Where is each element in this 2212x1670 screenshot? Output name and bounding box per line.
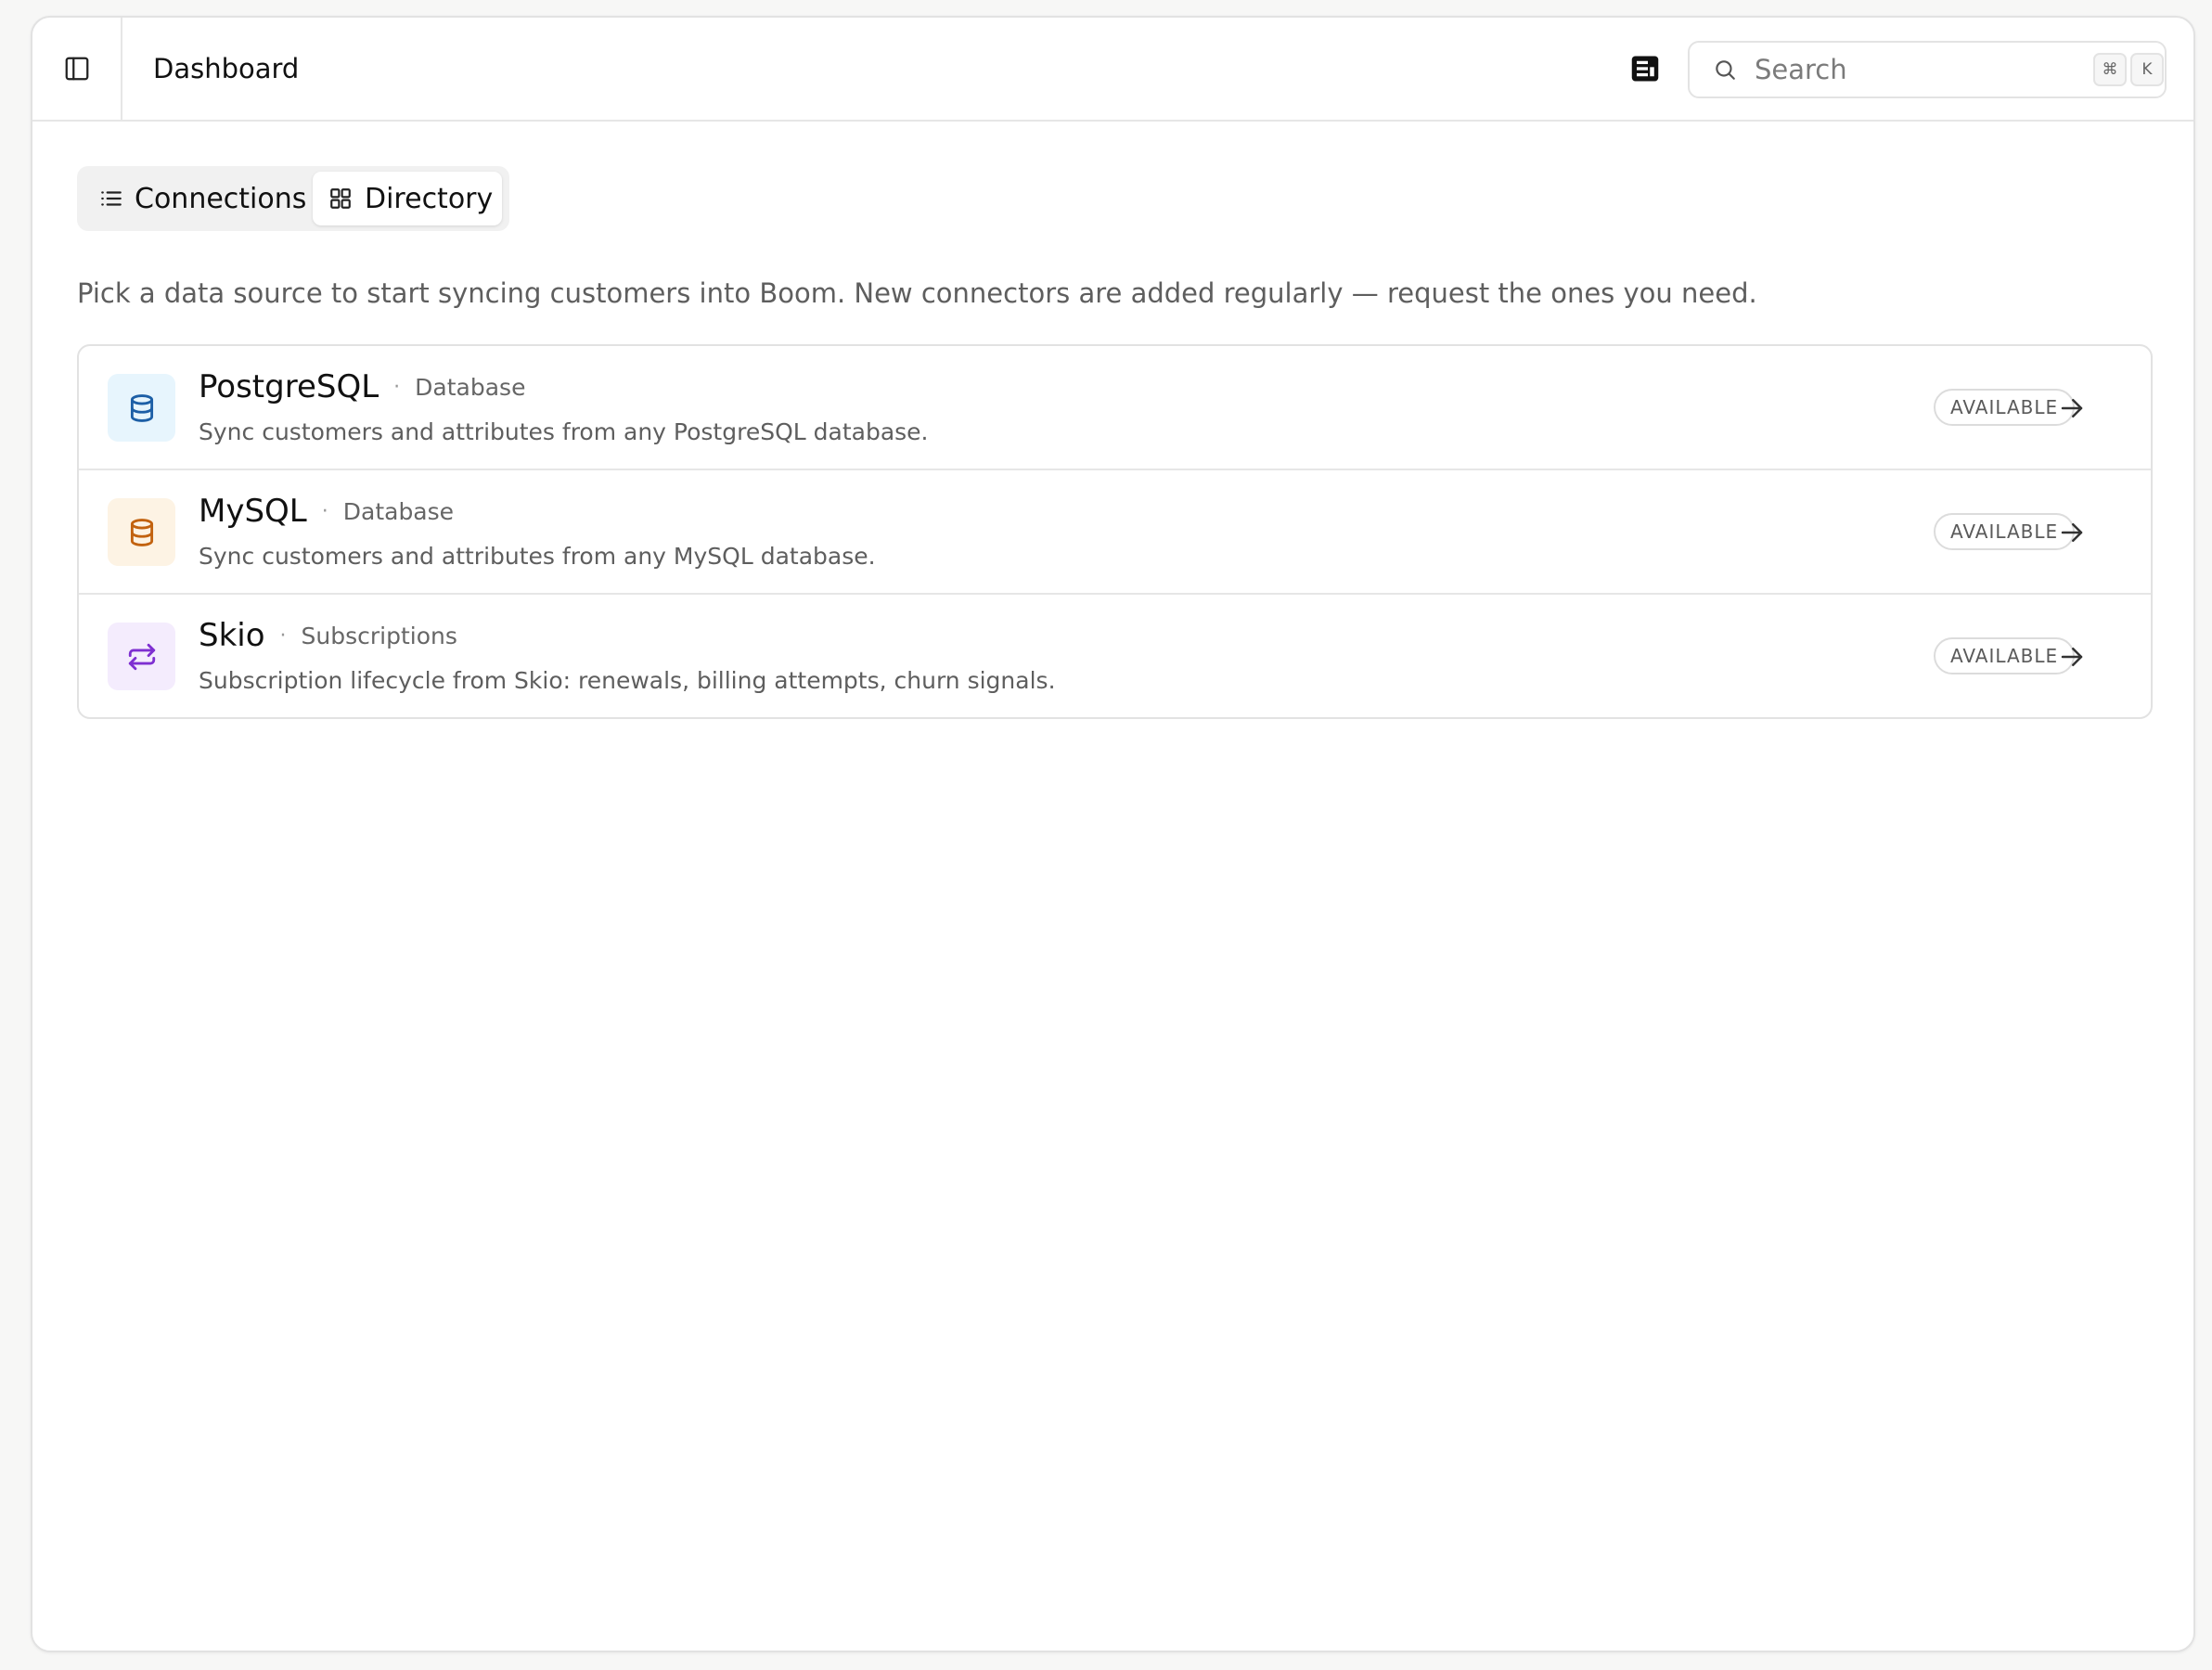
connector-name: Skio — [199, 617, 265, 654]
connector-name: MySQL — [199, 493, 307, 530]
arrow-right-icon[interactable] — [2057, 393, 2087, 423]
database-icon — [130, 518, 153, 546]
shortcut-key-k: K — [2130, 53, 2164, 86]
search-input[interactable] — [1753, 53, 2035, 86]
separator-dot: · — [279, 623, 287, 648]
connector-logo — [108, 623, 175, 690]
tab-directory-label: Directory — [365, 182, 494, 215]
connector-category: Database — [415, 373, 526, 401]
newspaper-icon — [1631, 56, 1659, 82]
page-title: Dashboard — [153, 53, 300, 84]
news-button[interactable] — [1627, 50, 1664, 87]
list-icon — [99, 186, 123, 212]
status-badge: AVAILABLE — [1934, 389, 2076, 426]
view-tabs: Connections Directory — [77, 166, 509, 231]
status-badge: AVAILABLE — [1934, 513, 2076, 550]
search-icon — [1712, 57, 1738, 83]
sidebar-icon — [65, 57, 88, 81]
connector-row-skio[interactable]: Skio · Subscriptions Subscription lifecy… — [79, 595, 2151, 717]
database-icon — [130, 393, 153, 422]
connector-name: PostgreSQL — [199, 368, 379, 405]
connector-title-line: PostgreSQL · Database — [199, 368, 525, 405]
connector-list: PostgreSQL · Database Sync customers and… — [77, 344, 2153, 719]
shortcut-key-cmd: ⌘ — [2093, 53, 2127, 86]
top-bar: Dashboard ⌘ K — [32, 18, 2193, 122]
sidebar-toggle-button[interactable] — [32, 18, 122, 120]
grid-icon — [328, 186, 354, 212]
status-badge: AVAILABLE — [1934, 637, 2076, 674]
search-box[interactable]: ⌘ K — [1688, 41, 2167, 98]
repeat-icon — [128, 643, 155, 670]
directory-description: Pick a data source to start syncing cust… — [77, 277, 1757, 309]
connector-category: Subscriptions — [301, 622, 457, 649]
connector-title-line: Skio · Subscriptions — [199, 617, 457, 654]
connector-row-postgresql[interactable]: PostgreSQL · Database Sync customers and… — [79, 346, 2151, 470]
connector-summary: Sync customers and attributes from any M… — [199, 543, 876, 570]
app-window: Dashboard ⌘ K — [31, 16, 2195, 1652]
connector-row-mysql[interactable]: MySQL · Database Sync customers and attr… — [79, 470, 2151, 595]
tab-connections-label: Connections — [135, 182, 307, 215]
arrow-right-icon[interactable] — [2057, 642, 2087, 672]
connector-category: Database — [342, 497, 455, 525]
connector-title-line: MySQL · Database — [199, 493, 454, 530]
connector-logo — [108, 374, 175, 442]
connector-summary: Sync customers and attributes from any P… — [199, 418, 929, 445]
separator-dot: · — [321, 499, 328, 523]
connector-summary: Subscription lifecycle from Skio: renewa… — [199, 667, 1056, 694]
arrow-right-icon[interactable] — [2057, 518, 2087, 547]
separator-dot: · — [393, 375, 401, 399]
tab-directory[interactable]: Directory — [313, 172, 502, 225]
connector-logo — [108, 498, 175, 566]
tab-connections[interactable]: Connections — [83, 172, 306, 225]
